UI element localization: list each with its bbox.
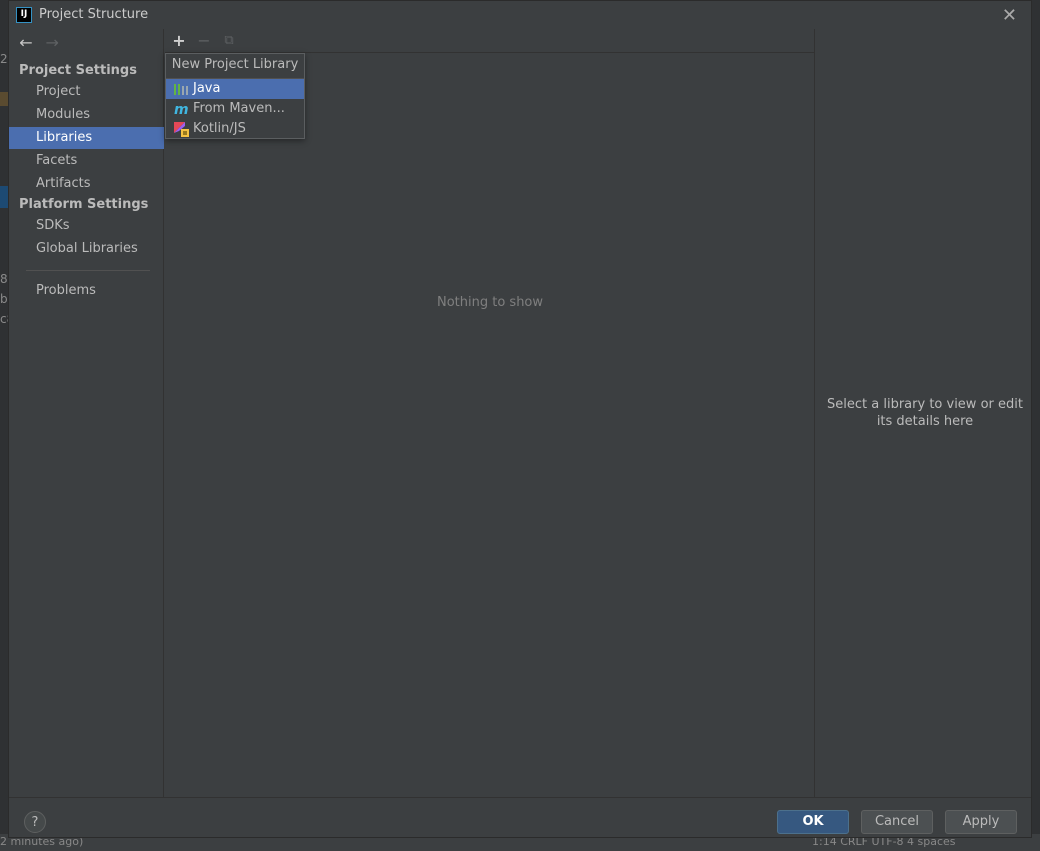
background-fragment: 2	[0, 52, 8, 66]
maven-icon: m	[174, 102, 189, 117]
background-ide-right-edge	[1032, 0, 1040, 851]
back-arrow-icon[interactable]: ←	[15, 33, 37, 52]
remove-icon[interactable]: −	[194, 31, 214, 51]
popup-item-label: Java	[193, 81, 221, 96]
help-button[interactable]: ?	[24, 811, 46, 833]
project-settings-heading: Project Settings	[19, 63, 137, 78]
popup-item-label: Kotlin/JS	[193, 121, 246, 136]
sidebar-item-global-libraries[interactable]: Global Libraries	[9, 238, 164, 260]
add-icon[interactable]: +	[169, 31, 189, 51]
popup-item-label: From Maven...	[193, 101, 285, 116]
settings-sidebar: ← → Project Settings Project Modules Lib…	[9, 29, 164, 797]
copy-icon[interactable]: ⧉	[219, 31, 239, 51]
background-fragment: b	[0, 292, 8, 306]
new-project-library-popup: New Project Library Java m From Maven...	[165, 53, 305, 139]
platform-settings-heading: Platform Settings	[19, 197, 149, 212]
close-icon[interactable]: ✕	[1002, 5, 1017, 26]
sidebar-item-modules[interactable]: Modules	[9, 104, 164, 126]
project-structure-dialog: IJ Project Structure ✕ ← → Project Setti…	[8, 0, 1032, 838]
kotlin-js-icon	[174, 122, 189, 137]
popup-item-kotlin-js[interactable]: Kotlin/JS	[166, 119, 304, 139]
sidebar-item-facets[interactable]: Facets	[9, 150, 164, 172]
background-selection-marker	[0, 186, 8, 208]
cancel-button[interactable]: Cancel	[861, 810, 933, 834]
ok-button[interactable]: OK	[777, 810, 849, 834]
window-title: Project Structure	[39, 7, 149, 22]
navigation-arrows: ← →	[15, 33, 63, 53]
sidebar-item-sdks[interactable]: SDKs	[9, 215, 164, 237]
empty-list-text: Nothing to show	[436, 295, 544, 310]
dialog-footer: ? OK Cancel Apply	[9, 797, 1031, 839]
java-library-icon	[174, 84, 188, 95]
title-bar: IJ Project Structure ✕	[9, 1, 1031, 29]
sidebar-item-libraries[interactable]: Libraries	[9, 127, 164, 149]
svg-text:m: m	[174, 102, 189, 117]
popup-item-java[interactable]: Java	[166, 79, 304, 99]
popup-header: New Project Library	[166, 54, 304, 79]
sidebar-item-project[interactable]: Project	[9, 81, 164, 103]
libraries-toolbar: + − ⧉	[165, 29, 815, 53]
intellij-logo-icon: IJ	[16, 7, 32, 23]
background-highlight	[0, 92, 8, 106]
library-details-panel: Select a library to view or edit its det…	[816, 29, 1032, 797]
apply-button[interactable]: Apply	[945, 810, 1017, 834]
sidebar-item-artifacts[interactable]: Artifacts	[9, 173, 164, 195]
background-ide-left-edge: 2 8. b c8	[0, 0, 14, 851]
sidebar-item-problems[interactable]: Problems	[9, 280, 164, 302]
sidebar-divider	[26, 270, 150, 271]
details-placeholder: Select a library to view or edit its det…	[827, 397, 1023, 429]
forward-arrow-icon[interactable]: →	[41, 33, 63, 52]
libraries-panel: + − ⧉ Nothing to show	[165, 29, 815, 797]
popup-item-from-maven[interactable]: m From Maven...	[166, 99, 304, 119]
